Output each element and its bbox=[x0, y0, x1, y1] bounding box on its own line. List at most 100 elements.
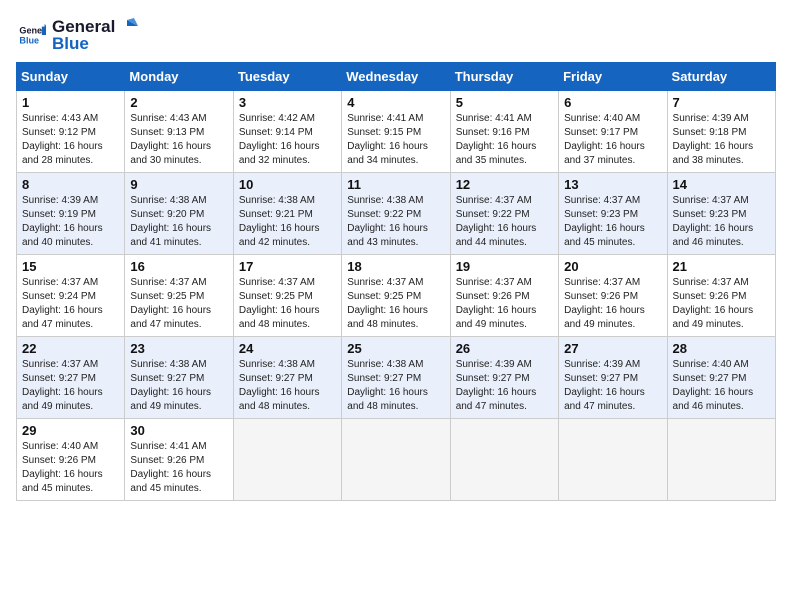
day-info: Sunrise: 4:39 AM Sunset: 9:27 PM Dayligh… bbox=[564, 358, 661, 414]
calendar-day-cell: 6 Sunrise: 4:40 AM Sunset: 9:17 PM Daylig… bbox=[559, 91, 667, 173]
day-number: 13 bbox=[564, 177, 661, 192]
calendar-day-cell: 1Sunrise: 4:43 AM Sunset: 9:12 PM Daylig… bbox=[17, 91, 125, 173]
calendar-week-row: 8Sunrise: 4:39 AM Sunset: 9:19 PM Daylig… bbox=[17, 173, 776, 255]
calendar-day-cell: 18 Sunrise: 4:37 AM Sunset: 9:25 PM Dayli… bbox=[342, 255, 450, 337]
calendar-day-cell: 23 Sunrise: 4:38 AM Sunset: 9:27 PM Dayli… bbox=[125, 337, 233, 419]
day-number: 6 bbox=[564, 95, 661, 110]
day-info: Sunrise: 4:37 AM Sunset: 9:23 PM Dayligh… bbox=[564, 194, 661, 250]
calendar-day-cell: 28 Sunrise: 4:40 AM Sunset: 9:27 PM Dayli… bbox=[667, 337, 775, 419]
day-number: 24 bbox=[239, 341, 336, 356]
calendar-day-cell: 7 Sunrise: 4:39 AM Sunset: 9:18 PM Daylig… bbox=[667, 91, 775, 173]
calendar-day-cell bbox=[559, 419, 667, 501]
logo: General Blue General Blue bbox=[16, 16, 139, 54]
svg-text:Blue: Blue bbox=[19, 35, 39, 45]
day-info: Sunrise: 4:37 AM Sunset: 9:26 PM Dayligh… bbox=[673, 276, 770, 332]
day-header-thursday: Thursday bbox=[450, 63, 558, 91]
day-header-wednesday: Wednesday bbox=[342, 63, 450, 91]
day-info: Sunrise: 4:40 AM Sunset: 9:26 PM Dayligh… bbox=[22, 440, 119, 496]
calendar-day-cell: 24 Sunrise: 4:38 AM Sunset: 9:27 PM Dayli… bbox=[233, 337, 341, 419]
day-info: Sunrise: 4:39 AM Sunset: 9:19 PM Dayligh… bbox=[22, 194, 119, 250]
day-header-friday: Friday bbox=[559, 63, 667, 91]
calendar-day-cell: 13 Sunrise: 4:37 AM Sunset: 9:23 PM Dayli… bbox=[559, 173, 667, 255]
day-number: 30 bbox=[130, 423, 227, 438]
day-info: Sunrise: 4:37 AM Sunset: 9:24 PM Dayligh… bbox=[22, 276, 119, 332]
day-header-saturday: Saturday bbox=[667, 63, 775, 91]
day-info: Sunrise: 4:41 AM Sunset: 9:15 PM Dayligh… bbox=[347, 112, 444, 168]
calendar-day-cell: 29Sunrise: 4:40 AM Sunset: 9:26 PM Dayli… bbox=[17, 419, 125, 501]
day-number: 27 bbox=[564, 341, 661, 356]
calendar-day-cell: 5 Sunrise: 4:41 AM Sunset: 9:16 PM Daylig… bbox=[450, 91, 558, 173]
calendar-week-row: 15 Sunrise: 4:37 AM Sunset: 9:24 PM Dayli… bbox=[17, 255, 776, 337]
day-number: 16 bbox=[130, 259, 227, 274]
calendar-day-cell: 19Sunrise: 4:37 AM Sunset: 9:26 PM Dayli… bbox=[450, 255, 558, 337]
calendar-day-cell bbox=[233, 419, 341, 501]
calendar-day-cell: 12 Sunrise: 4:37 AM Sunset: 9:22 PM Dayli… bbox=[450, 173, 558, 255]
calendar-day-cell: 9Sunrise: 4:38 AM Sunset: 9:20 PM Daylig… bbox=[125, 173, 233, 255]
calendar-day-cell bbox=[342, 419, 450, 501]
day-number: 11 bbox=[347, 177, 444, 192]
calendar-day-cell: 4 Sunrise: 4:41 AM Sunset: 9:15 PM Daylig… bbox=[342, 91, 450, 173]
calendar-day-cell: 30 Sunrise: 4:41 AM Sunset: 9:26 PM Dayli… bbox=[125, 419, 233, 501]
calendar-day-cell: 10Sunrise: 4:38 AM Sunset: 9:21 PM Dayli… bbox=[233, 173, 341, 255]
day-info: Sunrise: 4:38 AM Sunset: 9:27 PM Dayligh… bbox=[239, 358, 336, 414]
header: General Blue General Blue bbox=[16, 16, 776, 54]
calendar-day-cell: 3 Sunrise: 4:42 AM Sunset: 9:14 PM Daylig… bbox=[233, 91, 341, 173]
day-number: 5 bbox=[456, 95, 553, 110]
day-header-tuesday: Tuesday bbox=[233, 63, 341, 91]
day-number: 28 bbox=[673, 341, 770, 356]
day-number: 20 bbox=[564, 259, 661, 274]
calendar-day-cell: 11 Sunrise: 4:38 AM Sunset: 9:22 PM Dayli… bbox=[342, 173, 450, 255]
day-info: Sunrise: 4:38 AM Sunset: 9:22 PM Dayligh… bbox=[347, 194, 444, 250]
calendar-week-row: 29Sunrise: 4:40 AM Sunset: 9:26 PM Dayli… bbox=[17, 419, 776, 501]
day-number: 2 bbox=[130, 95, 227, 110]
day-info: Sunrise: 4:39 AM Sunset: 9:18 PM Dayligh… bbox=[673, 112, 770, 168]
day-info: Sunrise: 4:38 AM Sunset: 9:27 PM Dayligh… bbox=[347, 358, 444, 414]
day-info: Sunrise: 4:37 AM Sunset: 9:25 PM Dayligh… bbox=[347, 276, 444, 332]
day-number: 25 bbox=[347, 341, 444, 356]
day-info: Sunrise: 4:41 AM Sunset: 9:16 PM Dayligh… bbox=[456, 112, 553, 168]
calendar-day-cell: 20 Sunrise: 4:37 AM Sunset: 9:26 PM Dayli… bbox=[559, 255, 667, 337]
day-number: 19 bbox=[456, 259, 553, 274]
day-info: Sunrise: 4:37 AM Sunset: 9:27 PM Dayligh… bbox=[22, 358, 119, 414]
calendar-day-cell: 26Sunrise: 4:39 AM Sunset: 9:27 PM Dayli… bbox=[450, 337, 558, 419]
day-number: 4 bbox=[347, 95, 444, 110]
day-number: 7 bbox=[673, 95, 770, 110]
day-number: 9 bbox=[130, 177, 227, 192]
day-number: 21 bbox=[673, 259, 770, 274]
day-number: 17 bbox=[239, 259, 336, 274]
day-number: 22 bbox=[22, 341, 119, 356]
day-number: 10 bbox=[239, 177, 336, 192]
day-info: Sunrise: 4:37 AM Sunset: 9:26 PM Dayligh… bbox=[564, 276, 661, 332]
day-number: 12 bbox=[456, 177, 553, 192]
calendar-day-cell bbox=[667, 419, 775, 501]
day-info: Sunrise: 4:43 AM Sunset: 9:13 PM Dayligh… bbox=[130, 112, 227, 168]
day-number: 15 bbox=[22, 259, 119, 274]
calendar-day-cell: 8Sunrise: 4:39 AM Sunset: 9:19 PM Daylig… bbox=[17, 173, 125, 255]
calendar-header-row: SundayMondayTuesdayWednesdayThursdayFrid… bbox=[17, 63, 776, 91]
day-number: 1 bbox=[22, 95, 119, 110]
day-info: Sunrise: 4:37 AM Sunset: 9:25 PM Dayligh… bbox=[239, 276, 336, 332]
day-number: 3 bbox=[239, 95, 336, 110]
day-info: Sunrise: 4:42 AM Sunset: 9:14 PM Dayligh… bbox=[239, 112, 336, 168]
day-number: 18 bbox=[347, 259, 444, 274]
day-header-sunday: Sunday bbox=[17, 63, 125, 91]
calendar-day-cell: 22 Sunrise: 4:37 AM Sunset: 9:27 PM Dayli… bbox=[17, 337, 125, 419]
day-number: 23 bbox=[130, 341, 227, 356]
day-info: Sunrise: 4:41 AM Sunset: 9:26 PM Dayligh… bbox=[130, 440, 227, 496]
calendar-day-cell: 15 Sunrise: 4:37 AM Sunset: 9:24 PM Dayli… bbox=[17, 255, 125, 337]
day-info: Sunrise: 4:37 AM Sunset: 9:23 PM Dayligh… bbox=[673, 194, 770, 250]
calendar-day-cell bbox=[450, 419, 558, 501]
day-number: 26 bbox=[456, 341, 553, 356]
logo-icon: General Blue bbox=[18, 21, 46, 49]
calendar: SundayMondayTuesdayWednesdayThursdayFrid… bbox=[16, 62, 776, 501]
calendar-day-cell: 21 Sunrise: 4:37 AM Sunset: 9:26 PM Dayli… bbox=[667, 255, 775, 337]
day-info: Sunrise: 4:38 AM Sunset: 9:27 PM Dayligh… bbox=[130, 358, 227, 414]
calendar-day-cell: 2 Sunrise: 4:43 AM Sunset: 9:13 PM Daylig… bbox=[125, 91, 233, 173]
calendar-day-cell: 25 Sunrise: 4:38 AM Sunset: 9:27 PM Dayli… bbox=[342, 337, 450, 419]
day-header-monday: Monday bbox=[125, 63, 233, 91]
calendar-week-row: 22 Sunrise: 4:37 AM Sunset: 9:27 PM Dayli… bbox=[17, 337, 776, 419]
logo-bird-icon bbox=[116, 16, 138, 38]
day-info: Sunrise: 4:40 AM Sunset: 9:27 PM Dayligh… bbox=[673, 358, 770, 414]
day-info: Sunrise: 4:37 AM Sunset: 9:22 PM Dayligh… bbox=[456, 194, 553, 250]
day-info: Sunrise: 4:40 AM Sunset: 9:17 PM Dayligh… bbox=[564, 112, 661, 168]
